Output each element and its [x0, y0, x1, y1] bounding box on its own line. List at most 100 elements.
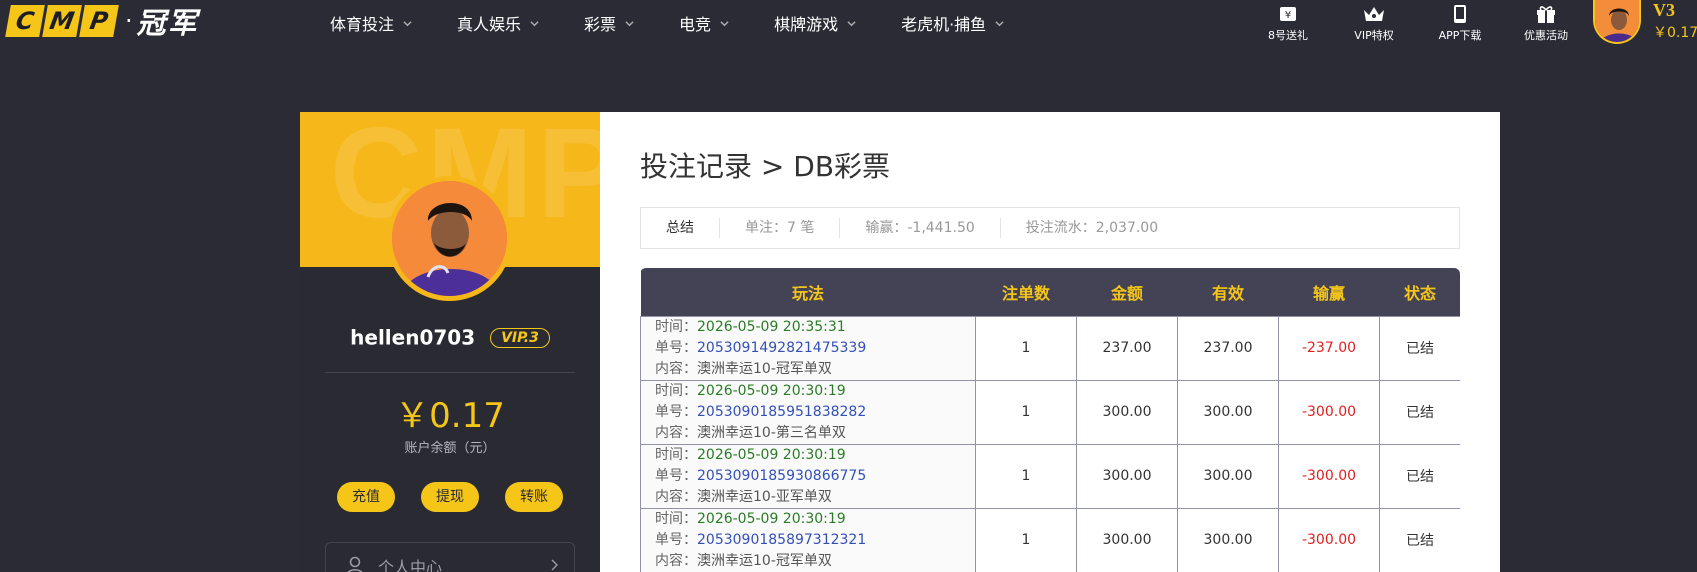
- table-row: 时间：2026-05-09 20:30:19 单号：20530901859308…: [640, 443, 1460, 509]
- column-header: 输赢: [1278, 268, 1380, 316]
- avatar[interactable]: [387, 176, 512, 301]
- avatar-image: [1595, 0, 1639, 42]
- nav-label: 真人娱乐: [457, 15, 522, 34]
- vip-badge: VIP.3: [490, 327, 550, 348]
- summary-win-loss: 输赢：-1,441.50: [840, 218, 1001, 238]
- summary-turnover: 投注流水：2,037.00: [1001, 218, 1183, 238]
- withdraw-button[interactable]: 提现: [421, 482, 479, 512]
- win-loss: -300.00: [1278, 379, 1380, 445]
- user-icon: [347, 556, 363, 572]
- nav-item-esports[interactable]: 电竞: [679, 0, 729, 46]
- header-balance: ￥0.17: [1653, 25, 1697, 41]
- logo-dot: ·: [125, 7, 133, 35]
- order-number[interactable]: 2053091492821475339: [697, 340, 866, 356]
- bet-detail-cell: 时间：2026-05-09 20:30:19 单号：20530901858973…: [640, 507, 976, 572]
- valid-amount: 300.00: [1177, 379, 1279, 445]
- nav-label: 体育投注: [330, 15, 395, 34]
- header-avatar[interactable]: [1593, 0, 1641, 44]
- deposit-button[interactable]: 充值: [337, 482, 395, 512]
- bet-detail-cell: 时间：2026-05-09 20:30:19 单号：20530901859308…: [640, 443, 976, 509]
- chevron-right-icon: [551, 559, 558, 571]
- logo-letter: P: [79, 5, 119, 37]
- username-row: hellen0703 VIP.3: [300, 324, 600, 350]
- tool-vip[interactable]: VIP特权: [1331, 0, 1417, 43]
- nav-item-card-games[interactable]: 棋牌游戏: [774, 0, 856, 46]
- column-header: 玩法: [640, 268, 976, 316]
- bet-amount: 300.00: [1076, 507, 1178, 572]
- avatar-image: [392, 181, 507, 296]
- order-number[interactable]: 2053090185951838282: [697, 404, 866, 420]
- nav-item-lottery[interactable]: 彩票: [584, 0, 634, 46]
- balance-label: 账户余额（元）: [404, 441, 496, 456]
- tool-label: 8号送礼: [1268, 29, 1308, 42]
- content-label: 内容：: [655, 424, 697, 441]
- table-header-row: 玩法 注单数 金额 有效 输赢 状态: [640, 268, 1460, 316]
- bet-count: 1: [975, 315, 1077, 381]
- chevron-down-icon: [403, 20, 412, 26]
- summary-title: 总结: [641, 218, 720, 238]
- svg-text:¥: ¥: [1285, 10, 1291, 21]
- nav-item-sports[interactable]: 体育投注: [330, 0, 412, 46]
- bet-content: 澳洲幸运10-亚军单双: [697, 488, 832, 505]
- order-number[interactable]: 2053090185897312321: [697, 532, 866, 548]
- bet-amount: 300.00: [1076, 379, 1178, 445]
- bet-amount: 300.00: [1076, 443, 1178, 509]
- order-no-label: 单号：: [655, 531, 697, 548]
- gift-icon: [1537, 6, 1555, 23]
- bet-status: 已结: [1379, 379, 1460, 445]
- chevron-down-icon: [995, 20, 1004, 26]
- column-header: 状态: [1379, 268, 1460, 316]
- menu-item-label: 个人中心: [378, 558, 443, 572]
- bet-detail-cell: 时间：2026-05-09 20:30:19 单号：20530901859518…: [640, 379, 976, 445]
- tool-app-download[interactable]: APP下载: [1417, 0, 1503, 43]
- nav-item-live-casino[interactable]: 真人娱乐: [457, 0, 539, 46]
- ticket-icon: ¥: [1280, 7, 1296, 21]
- column-header: 有效: [1177, 268, 1279, 316]
- transfer-button[interactable]: 转账: [505, 482, 563, 512]
- bet-records-table: 玩法 注单数 金额 有效 输赢 状态 时间：2026-05-09 20:35:3…: [640, 268, 1460, 572]
- main-nav: 体育投注 真人娱乐 彩票 电竞 棋牌游戏 老虎机·捕鱼: [330, 0, 1049, 46]
- tool-day8-gift[interactable]: ¥ 8号送礼: [1245, 0, 1331, 43]
- chevron-down-icon: [847, 20, 856, 26]
- header-vip-level: V3: [1653, 0, 1675, 20]
- summary-value: 2,037.00: [1095, 220, 1159, 236]
- wallet-actions: 充值 提现 转账: [300, 482, 600, 512]
- content-label: 内容：: [655, 360, 697, 377]
- menu-item-personal-center[interactable]: 个人中心: [325, 542, 575, 572]
- chevron-down-icon: [530, 20, 539, 26]
- summary-label: 输赢：: [865, 220, 908, 236]
- bet-time: 2026-05-09 20:35:31: [697, 318, 846, 335]
- bet-time: 2026-05-09 20:30:19: [697, 510, 846, 527]
- username: hellen0703: [350, 325, 476, 350]
- tool-label: 优惠活动: [1524, 29, 1568, 42]
- order-no-label: 单号：: [655, 467, 697, 484]
- valid-amount: 237.00: [1177, 315, 1279, 381]
- logo[interactable]: C M P · 冠军: [5, 4, 199, 40]
- bet-count: 1: [975, 507, 1077, 572]
- order-number[interactable]: 2053090185930866775: [697, 468, 866, 484]
- page-title: 投注记录 > DB彩票: [640, 150, 891, 183]
- tool-promotions[interactable]: 优惠活动: [1503, 0, 1589, 43]
- bet-status: 已结: [1379, 507, 1460, 572]
- bet-time: 2026-05-09 20:30:19: [697, 382, 846, 399]
- win-loss: -237.00: [1278, 315, 1380, 381]
- logo-letter: M: [42, 5, 82, 37]
- bet-content: 澳洲幸运10-冠军单双: [697, 360, 832, 377]
- crown-icon: [1364, 7, 1384, 21]
- bet-amount: 237.00: [1076, 315, 1178, 381]
- tool-label: VIP特权: [1354, 29, 1394, 42]
- nav-label: 彩票: [584, 15, 617, 34]
- valid-amount: 300.00: [1177, 507, 1279, 572]
- content-label: 内容：: [655, 488, 697, 505]
- column-header: 注单数: [975, 268, 1077, 316]
- logo-text: 冠军: [136, 6, 199, 40]
- nav-item-slots-fishing[interactable]: 老虎机·捕鱼: [901, 0, 1004, 46]
- order-no-label: 单号：: [655, 403, 697, 420]
- nav-label: 电竞: [679, 15, 712, 34]
- time-label: 时间：: [655, 446, 697, 463]
- win-loss: -300.00: [1278, 443, 1380, 509]
- bet-count: 1: [975, 379, 1077, 445]
- summary-bet-count: 单注：7 笔: [720, 218, 841, 238]
- header-tools: ¥ 8号送礼 VIP特权 APP下载 优惠活动: [1245, 0, 1589, 43]
- time-label: 时间：: [655, 318, 697, 335]
